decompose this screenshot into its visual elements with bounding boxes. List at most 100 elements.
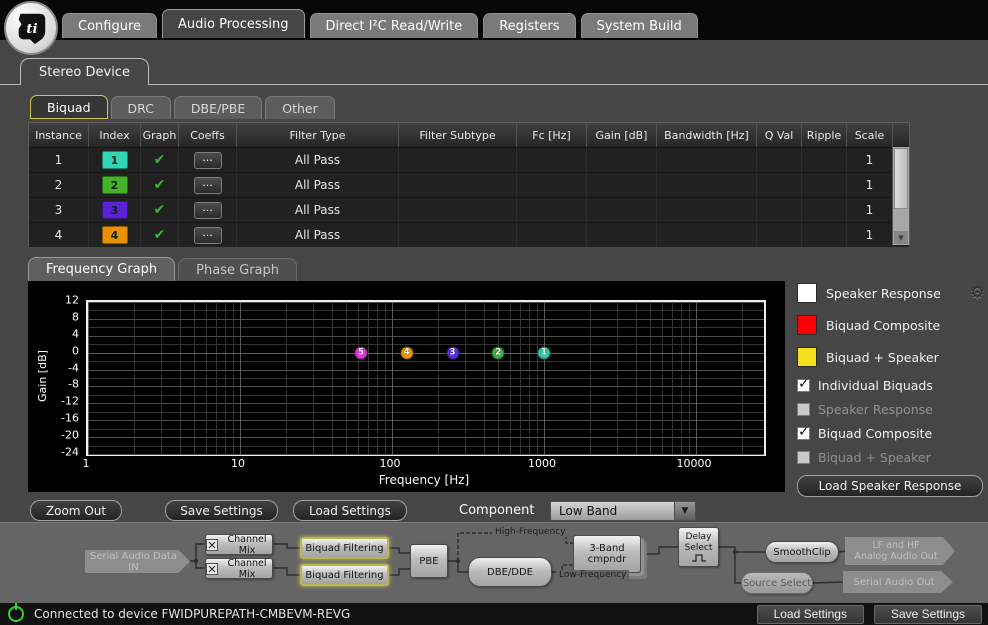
filter-type-cell[interactable]: All Pass xyxy=(237,173,399,197)
coeffs-button[interactable]: ··· xyxy=(193,151,222,169)
instance-cell: 2 xyxy=(29,173,89,197)
graph-check-icon[interactable]: ✔ xyxy=(154,177,166,193)
source-select-block[interactable]: Source Select xyxy=(741,572,813,594)
channel-mix-1-block[interactable]: Channel Mix xyxy=(205,534,273,556)
smoothclip-label: SmoothClip xyxy=(773,546,831,558)
load-settings-button[interactable]: Load Settings xyxy=(293,500,407,521)
filter-subtype-cell xyxy=(399,148,517,172)
coeffs-cell[interactable]: ··· xyxy=(179,148,237,172)
fc-cell xyxy=(517,198,587,222)
save-settings-button[interactable]: Save Settings xyxy=(165,500,278,521)
sub-tabs: Biquad DRC DBE/PBE Other xyxy=(30,95,335,119)
instance-cell: 3 xyxy=(29,198,89,222)
biquad-row[interactable]: 2 2 ✔ ··· All Pass 1 xyxy=(29,172,909,197)
delay-select-block[interactable]: Delay Select xyxy=(678,527,719,567)
gain-cell xyxy=(587,173,657,197)
top-tabs: Configure Audio Processing Direct I²C Re… xyxy=(62,0,698,40)
filter-type-cell[interactable]: All Pass xyxy=(237,198,399,222)
tab-system-build[interactable]: System Build xyxy=(580,13,698,38)
y-tick-label: 0 xyxy=(72,344,79,358)
compander-label: cmpndr xyxy=(587,554,627,565)
biquad-filtering-1-block[interactable]: Biquad Filtering xyxy=(300,537,389,559)
filter-type-cell[interactable]: All Pass xyxy=(237,223,399,247)
y-axis-ticks: 12 8 4 0 -4 -8 -12 -16 -20 -24 xyxy=(50,294,83,459)
biquad-marker-5[interactable]: 5 xyxy=(354,346,368,360)
filter-type-cell[interactable]: All Pass xyxy=(237,148,399,172)
y-tick-label: -8 xyxy=(68,377,79,391)
biquad-marker-4[interactable]: 4 xyxy=(400,346,414,360)
checkbox-speaker-response: Speaker Response xyxy=(797,402,987,417)
tab-audio-processing[interactable]: Audio Processing xyxy=(162,9,305,38)
component-value: Low Band xyxy=(559,504,618,518)
biquad-marker-2[interactable]: 2 xyxy=(491,346,505,360)
x-tick-label: 100 xyxy=(379,457,401,470)
zoom-out-button[interactable]: Zoom Out xyxy=(30,500,122,521)
plot-area[interactable]: 5 4 3 2 1 xyxy=(86,300,766,456)
column-header: Filter Type xyxy=(237,123,399,147)
legend-item-biquad-composite: Biquad Composite xyxy=(797,315,987,335)
biquad-marker-1[interactable]: 1 xyxy=(537,346,551,360)
legend-item-biquad-speaker: Biquad + Speaker xyxy=(797,347,987,367)
tab-direct-i2c-read-write[interactable]: Direct I²C Read/Write xyxy=(309,13,479,38)
component-dropdown[interactable]: Low Band ▼ xyxy=(550,501,696,521)
tab-biquad[interactable]: Biquad xyxy=(30,95,108,119)
tab-phase-graph[interactable]: Phase Graph xyxy=(178,258,297,281)
coeffs-cell[interactable]: ··· xyxy=(179,173,237,197)
checkbox-biquad-composite[interactable]: Biquad Composite xyxy=(797,424,987,441)
checkbox-icon[interactable] xyxy=(797,424,810,440)
checkbox-individual-biquads[interactable]: Individual Biquads xyxy=(797,376,987,393)
dbe-dde-block[interactable]: DBE/DDE xyxy=(468,557,552,587)
tab-other[interactable]: Other xyxy=(265,96,335,119)
table-scrollbar[interactable]: ▼ xyxy=(892,147,909,245)
qval-cell xyxy=(757,148,802,172)
tab-drc[interactable]: DRC xyxy=(110,96,171,119)
statusbar-load-settings-button[interactable]: Load Settings xyxy=(756,604,864,624)
tab-frequency-graph[interactable]: Frequency Graph xyxy=(28,257,176,281)
y-tick-label: 8 xyxy=(72,310,79,324)
smoothclip-block[interactable]: SmoothClip xyxy=(765,541,839,563)
x-tick-label: 10 xyxy=(231,457,245,470)
tab-stereo-device[interactable]: Stereo Device xyxy=(20,58,149,85)
gain-cell xyxy=(587,148,657,172)
three-band-compander-block[interactable]: 3-Band cmpndr xyxy=(573,535,641,573)
statusbar-save-settings-button[interactable]: Save Settings xyxy=(873,604,982,624)
dbe-dde-label: DBE/DDE xyxy=(487,566,533,578)
graph-cell[interactable]: ✔ xyxy=(141,198,179,222)
graph-cell[interactable]: ✔ xyxy=(141,148,179,172)
tab-dbe-pbe[interactable]: DBE/PBE xyxy=(173,96,263,119)
bandwidth-cell xyxy=(657,198,757,222)
coeffs-button[interactable]: ··· xyxy=(193,226,222,244)
tab-configure[interactable]: Configure xyxy=(62,13,158,38)
status-bar: Connected to device FWIDPUREPATH-CMBEVM-… xyxy=(0,603,988,625)
coeffs-cell[interactable]: ··· xyxy=(179,198,237,222)
gear-icon[interactable]: ⚙ xyxy=(970,283,985,303)
grid-layer xyxy=(88,302,764,455)
scrollbar-down-icon[interactable]: ▼ xyxy=(894,231,908,244)
coeffs-button[interactable]: ··· xyxy=(193,176,222,194)
pbe-block[interactable]: PBE xyxy=(410,544,448,578)
graph-check-icon[interactable]: ✔ xyxy=(154,152,166,168)
scrollbar-thumb[interactable] xyxy=(894,148,908,209)
coeffs-cell[interactable]: ··· xyxy=(179,223,237,247)
column-header: Scale xyxy=(847,123,893,147)
biquad-row[interactable]: 3 3 ✔ ··· All Pass 1 xyxy=(29,197,909,222)
biquad-row[interactable]: 4 4 ✔ ··· All Pass 1 xyxy=(29,222,909,247)
graph-cell[interactable]: ✔ xyxy=(141,173,179,197)
connection-status: Connected to device FWIDPUREPATH-CMBEVM-… xyxy=(34,607,351,621)
filter-subtype-cell xyxy=(399,223,517,247)
checkbox-icon[interactable] xyxy=(797,376,810,392)
x-tick-label: 10000 xyxy=(676,457,712,470)
serial-audio-out-block: Serial Audio Out xyxy=(843,571,953,593)
ripple-cell xyxy=(802,223,847,247)
coeffs-button[interactable]: ··· xyxy=(193,201,222,219)
graph-check-icon[interactable]: ✔ xyxy=(154,227,166,243)
biquad-row[interactable]: 1 1 ✔ ··· All Pass 1 xyxy=(29,147,909,172)
load-speaker-response-button[interactable]: Load Speaker Response xyxy=(797,475,983,497)
tab-registers[interactable]: Registers xyxy=(483,13,576,38)
biquad-marker-3[interactable]: 3 xyxy=(446,346,459,360)
graph-cell[interactable]: ✔ xyxy=(141,223,179,247)
biquad-filtering-2-block[interactable]: Biquad Filtering xyxy=(300,564,389,586)
graph-check-icon[interactable]: ✔ xyxy=(154,202,166,218)
channel-mix-2-block[interactable]: Channel Mix xyxy=(205,558,273,580)
dropdown-arrow-icon[interactable]: ▼ xyxy=(674,502,695,520)
